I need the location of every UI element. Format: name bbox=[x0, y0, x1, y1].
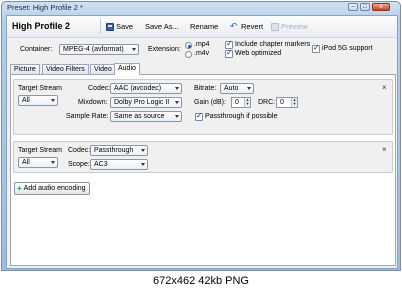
scope-value: AC3 bbox=[94, 161, 108, 168]
passthrough-checkbox[interactable] bbox=[195, 111, 203, 121]
bitrate-select[interactable]: Auto bbox=[220, 83, 254, 94]
drc-spinner[interactable]: 0 ▲ ▼ bbox=[276, 97, 298, 108]
audio-track-1: Target Stream All Codec: AAC (avcodec) M… bbox=[13, 79, 393, 135]
codec-select[interactable]: Passthrough bbox=[90, 145, 148, 156]
target-stream-label: Target Stream bbox=[18, 147, 62, 154]
chevron-down-icon bbox=[51, 161, 55, 164]
ipod-5g-support-checkbox[interactable] bbox=[312, 43, 320, 53]
codec-label: Codec: bbox=[88, 85, 111, 92]
mixdown-label: Mixdown: bbox=[78, 99, 108, 106]
tab-video[interactable]: Video bbox=[90, 64, 116, 74]
revert-label: Revert bbox=[241, 22, 264, 31]
container-select[interactable]: MPEG-4 (avformat) bbox=[59, 44, 139, 55]
codec-label: Codec: bbox=[68, 147, 91, 154]
profile-name: High Profile 2 bbox=[12, 21, 71, 31]
web-optimized-checkbox[interactable] bbox=[225, 48, 233, 58]
chevron-down-icon bbox=[141, 149, 145, 152]
chevron-down-icon bbox=[175, 115, 179, 118]
codec-value: AAC (avcodec) bbox=[114, 85, 162, 92]
maximize-button[interactable]: □ bbox=[360, 3, 370, 11]
gain-spinner[interactable]: 0 ▲ ▼ bbox=[231, 97, 251, 108]
drc-value: 0 bbox=[280, 99, 284, 106]
mixdown-value: Dolby Pro Logic II bbox=[114, 99, 170, 106]
chevron-down-icon bbox=[132, 48, 136, 51]
extension-m4v-radio[interactable] bbox=[185, 51, 192, 58]
audio-track-2: Target Stream All Codec: Passthrough Sco… bbox=[13, 141, 393, 173]
container-label: Container: bbox=[20, 46, 53, 53]
chevron-down-icon bbox=[175, 87, 179, 90]
toolbar-separator bbox=[100, 19, 101, 34]
include-chapter-markers-label: Include chapter markers bbox=[235, 41, 311, 48]
codec-value: Passthrough bbox=[94, 147, 134, 154]
chevron-down-icon bbox=[141, 163, 145, 166]
sample-rate-label: Sample Rate: bbox=[66, 113, 109, 120]
bitrate-label: Bitrate: bbox=[194, 85, 217, 92]
preview-icon bbox=[271, 22, 279, 31]
save-label: Save bbox=[116, 22, 134, 31]
preset-editor: High Profile 2 Save Save As... Rename ↶ … bbox=[6, 15, 398, 269]
add-audio-encoding-label: Add audio encoding bbox=[23, 185, 86, 192]
drc-label: DRC: bbox=[258, 99, 276, 106]
minimize-button[interactable]: – bbox=[348, 3, 358, 11]
preset-window: Preset: High Profile 2 * – □ x High Prof… bbox=[1, 1, 401, 271]
rename-label: Rename bbox=[190, 22, 219, 31]
tab-audio[interactable]: Audio bbox=[114, 63, 140, 75]
undo-arrow-icon: ↶ bbox=[230, 21, 238, 31]
gain-value: 0 bbox=[235, 99, 239, 106]
web-optimized-label: Web optimized bbox=[235, 50, 282, 57]
tab-video-filters[interactable]: Video Filters bbox=[42, 64, 89, 74]
close-window-button[interactable]: x bbox=[372, 3, 390, 11]
extension-mp4-radio[interactable] bbox=[185, 42, 192, 49]
codec-select[interactable]: AAC (avcodec) bbox=[110, 83, 182, 94]
tab-picture[interactable]: Picture bbox=[10, 64, 40, 74]
toolbar: High Profile 2 Save Save As... Rename ↶ … bbox=[7, 16, 397, 38]
revert-button[interactable]: ↶ Revert bbox=[230, 21, 263, 32]
chevron-down-icon bbox=[175, 101, 179, 104]
chevron-down-icon bbox=[51, 99, 55, 102]
target-stream-value: All bbox=[22, 159, 30, 166]
ipod-5g-support-label: iPod 5G support bbox=[322, 45, 373, 52]
gain-label: Gain (dB): bbox=[194, 99, 226, 106]
title-bar[interactable]: Preset: High Profile 2 * – □ x bbox=[2, 2, 400, 14]
extension-mp4-label: .mp4 bbox=[194, 41, 210, 48]
sample-rate-value: Same as source bbox=[114, 113, 165, 120]
save-button[interactable]: Save bbox=[106, 21, 133, 32]
spinner-arrows-icon[interactable]: ▲ ▼ bbox=[291, 98, 297, 107]
preview-label: Preview bbox=[281, 22, 308, 31]
passthrough-label: Passthrough if possible bbox=[205, 113, 278, 120]
preview-button[interactable]: Preview bbox=[271, 21, 308, 32]
audio-tab-panel: Target Stream All Codec: AAC (avcodec) M… bbox=[10, 74, 396, 266]
add-audio-encoding-button[interactable]: + Add audio encoding bbox=[14, 182, 90, 195]
image-caption: 672x462 42kb PNG bbox=[0, 271, 402, 292]
sample-rate-select[interactable]: Same as source bbox=[110, 111, 182, 122]
container-value: MPEG-4 (avformat) bbox=[63, 46, 124, 53]
target-stream-label: Target Stream bbox=[18, 85, 62, 92]
spinner-arrows-icon[interactable]: ▲ ▼ bbox=[244, 98, 250, 107]
window-title: Preset: High Profile 2 * bbox=[7, 3, 83, 12]
save-icon bbox=[106, 22, 114, 31]
chevron-down-icon bbox=[247, 87, 251, 90]
bitrate-value: Auto bbox=[224, 85, 239, 92]
target-stream-value: All bbox=[22, 97, 30, 104]
plus-icon: + bbox=[17, 184, 22, 193]
extension-m4v-label: .m4v bbox=[194, 50, 210, 57]
close-icon[interactable]: × bbox=[382, 83, 387, 92]
save-as-label: Save As... bbox=[145, 22, 179, 31]
save-as-button[interactable]: Save As... bbox=[145, 21, 179, 32]
rename-button[interactable]: Rename bbox=[190, 21, 218, 32]
scope-label: Scope: bbox=[68, 161, 90, 168]
extension-label: Extension: bbox=[148, 46, 181, 53]
scope-select[interactable]: AC3 bbox=[90, 159, 148, 170]
mixdown-select[interactable]: Dolby Pro Logic II bbox=[110, 97, 182, 108]
close-icon[interactable]: × bbox=[382, 145, 387, 154]
target-stream-select[interactable]: All bbox=[18, 157, 58, 168]
target-stream-select[interactable]: All bbox=[18, 95, 58, 106]
